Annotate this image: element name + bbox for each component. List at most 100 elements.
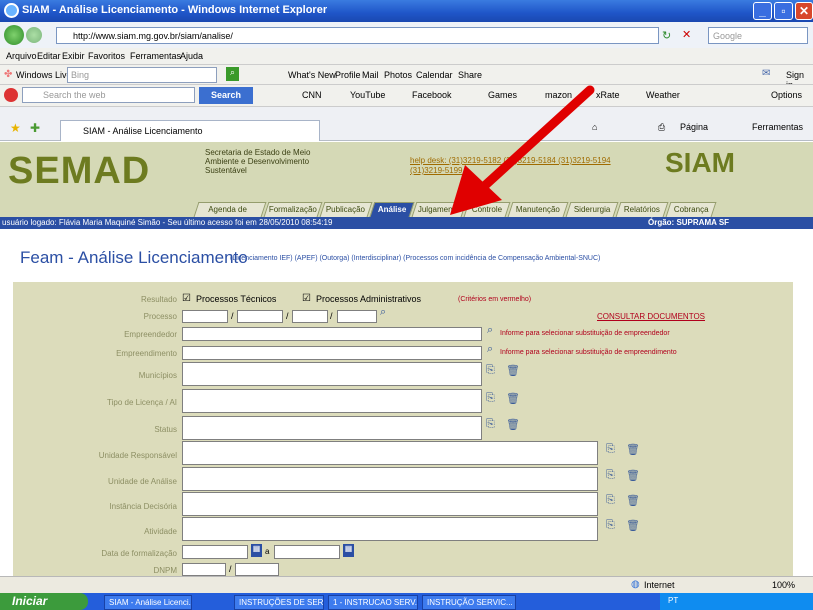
menu-ferramentas[interactable]: Ferramentas bbox=[130, 51, 181, 61]
language-indicator[interactable]: PT bbox=[668, 596, 678, 605]
instancia-label: Instância Decisória bbox=[109, 502, 177, 511]
menu-exibir[interactable]: Exibir bbox=[62, 51, 85, 61]
resultado-label: Resultado bbox=[140, 295, 177, 304]
taskbar-item-instrucao2[interactable]: INSTRUÇÃO SERVIC... bbox=[422, 595, 516, 610]
atividade-list[interactable] bbox=[182, 517, 598, 541]
zone-text: Internet bbox=[644, 580, 675, 590]
checkbox-tecnicos[interactable]: ☑ bbox=[182, 293, 191, 304]
bing-input[interactable]: Bing bbox=[67, 67, 217, 83]
menu-ajuda[interactable]: Ajuda bbox=[180, 51, 203, 61]
processo-field-1[interactable] bbox=[182, 310, 228, 323]
empreendedor-label: Empreendedor bbox=[124, 330, 177, 339]
status-add-icon[interactable]: ⎘ bbox=[486, 418, 495, 431]
unidade-analise-list[interactable] bbox=[182, 467, 598, 491]
web-search-button[interactable]: Search bbox=[199, 87, 253, 104]
atividade-trash-icon[interactable]: 🗑 bbox=[626, 519, 640, 532]
municipios-list[interactable] bbox=[182, 362, 482, 386]
mail-link[interactable]: Mail bbox=[362, 70, 379, 80]
unidade-resp-add-icon[interactable]: ⎘ bbox=[606, 443, 615, 456]
page-links[interactable]: (Licenciamento IEF) (APEF) (Outorga) (In… bbox=[230, 255, 600, 262]
unidade-analise-trash-icon[interactable]: 🗑 bbox=[626, 469, 640, 482]
tipo-licenca-label: Tipo de Licença / AI bbox=[107, 398, 177, 407]
calendar-link[interactable]: Calendar bbox=[416, 70, 453, 80]
taskbar-item-siam[interactable]: SIAM - Análise Licenci... bbox=[104, 595, 192, 610]
empreendedor-search-icon[interactable]: ⌕ bbox=[487, 324, 493, 337]
forward-icon[interactable] bbox=[26, 27, 42, 43]
instancia-trash-icon[interactable]: 🗑 bbox=[626, 494, 640, 507]
tab-agenda[interactable]: Agenda de Trabalho bbox=[193, 202, 267, 228]
dnpm-input-1[interactable] bbox=[182, 563, 226, 576]
address-bar: http://www.siam.mg.gov.br/siam/analise/ … bbox=[0, 22, 813, 48]
empreendimento-search-icon[interactable]: ⌕ bbox=[487, 343, 493, 356]
unidade-analise-add-icon[interactable]: ⎘ bbox=[606, 469, 615, 482]
calendar-icon[interactable]: ▦ bbox=[251, 544, 262, 557]
unidade-resp-list[interactable] bbox=[182, 441, 598, 465]
processo-search-icon[interactable]: ⌕ bbox=[380, 306, 386, 319]
windows-live-link[interactable]: Windows Live bbox=[16, 70, 72, 80]
calendar-icon[interactable]: ▦ bbox=[343, 544, 354, 557]
profile-link[interactable]: Profile bbox=[335, 70, 361, 80]
taskbar-item-instrucao1[interactable]: 1 - INSTRUCAO SERV... bbox=[328, 595, 418, 610]
cnn-link[interactable]: CNN bbox=[302, 90, 322, 100]
refresh-icon[interactable]: ↻ bbox=[662, 29, 671, 42]
instancia-list[interactable] bbox=[182, 492, 598, 516]
municipios-add-icon[interactable]: ⎘ bbox=[486, 364, 495, 377]
page-menu[interactable]: Página bbox=[680, 122, 708, 132]
add-favorites-icon[interactable]: ✚ bbox=[30, 121, 40, 135]
tab-publicacao[interactable]: Publicação bbox=[319, 202, 373, 217]
weather-link[interactable]: Weather bbox=[646, 90, 680, 100]
favorites-star-icon[interactable]: ★ bbox=[10, 121, 21, 135]
window-titlebar[interactable]: SIAM - Análise Licenciamento - Windows I… bbox=[0, 0, 813, 22]
globe-icon: ◍ bbox=[631, 579, 640, 590]
tools-menu[interactable]: Ferramentas bbox=[752, 122, 803, 132]
tipo-licenca-add-icon[interactable]: ⎘ bbox=[486, 392, 495, 405]
tipo-licenca-list[interactable] bbox=[182, 389, 482, 413]
taskbar-item-instrucoes[interactable]: INSTRUÇÕES DE SERV... bbox=[234, 595, 324, 610]
tab-siam[interactable]: SIAM - Análise Licenciamento bbox=[60, 120, 320, 141]
zoom-level[interactable]: 100% bbox=[772, 580, 795, 590]
tipo-licenca-trash-icon[interactable]: 🗑 bbox=[506, 392, 520, 405]
tab-analise[interactable]: Análise bbox=[369, 202, 415, 217]
unidade-resp-trash-icon[interactable]: 🗑 bbox=[626, 443, 640, 456]
processo-field-4[interactable] bbox=[337, 310, 377, 323]
data-formalizacao-label: Data de formalização bbox=[101, 549, 177, 558]
data-fim-input[interactable] bbox=[274, 545, 340, 559]
status-trash-icon[interactable]: 🗑 bbox=[506, 418, 520, 431]
tab-formalizacao[interactable]: Formalização bbox=[263, 202, 323, 217]
empreendedor-input[interactable] bbox=[182, 327, 482, 341]
menu-editar[interactable]: Editar bbox=[37, 51, 61, 61]
menu-favoritos[interactable]: Favoritos bbox=[88, 51, 125, 61]
share-link[interactable]: Share bbox=[458, 70, 482, 80]
whats-new-link[interactable]: What's New bbox=[288, 70, 336, 80]
minimize-button[interactable]: _ bbox=[753, 2, 772, 20]
bing-search-icon[interactable]: ⌕ bbox=[226, 67, 239, 81]
photos-link[interactable]: Photos bbox=[384, 70, 412, 80]
search-toolbar: Search the web Search CNN YouTube Facebo… bbox=[0, 84, 813, 106]
processo-field-2[interactable] bbox=[237, 310, 283, 323]
processo-field-3[interactable] bbox=[292, 310, 328, 323]
back-icon[interactable] bbox=[4, 25, 24, 45]
secretaria-text: Secretaria de Estado de Meio Ambiente e … bbox=[205, 148, 311, 175]
data-inicio-input[interactable] bbox=[182, 545, 248, 559]
atividade-add-icon[interactable]: ⎘ bbox=[606, 519, 615, 532]
options-link[interactable]: Options bbox=[771, 90, 802, 100]
web-search-input[interactable]: Search the web bbox=[22, 87, 195, 103]
consultar-link[interactable]: CONSULTAR DOCUMENTOS bbox=[597, 312, 705, 321]
search-input[interactable]: Google bbox=[708, 27, 808, 44]
envelope-icon[interactable]: ✉ bbox=[762, 68, 770, 79]
status-list[interactable] bbox=[182, 416, 482, 440]
tab-cobranca[interactable]: Cobrança bbox=[665, 202, 717, 217]
checkbox-admin[interactable]: ☑ bbox=[302, 293, 311, 304]
youtube-link[interactable]: YouTube bbox=[350, 90, 385, 100]
dnpm-input-2[interactable] bbox=[235, 563, 279, 576]
stop-icon[interactable]: ✕ bbox=[682, 28, 691, 41]
menu-arquivo[interactable]: Arquivo bbox=[6, 51, 37, 61]
municipios-trash-icon[interactable]: 🗑 bbox=[506, 364, 520, 377]
print-icon[interactable]: ⎙ bbox=[658, 122, 665, 133]
empreendimento-input[interactable] bbox=[182, 346, 482, 360]
maximize-button[interactable]: ▫ bbox=[774, 2, 793, 20]
close-button[interactable]: ✕ bbox=[795, 2, 813, 20]
instancia-add-icon[interactable]: ⎘ bbox=[606, 494, 615, 507]
url-input[interactable]: http://www.siam.mg.gov.br/siam/analise/ bbox=[56, 27, 659, 44]
start-button[interactable]: Iniciar bbox=[0, 593, 88, 610]
